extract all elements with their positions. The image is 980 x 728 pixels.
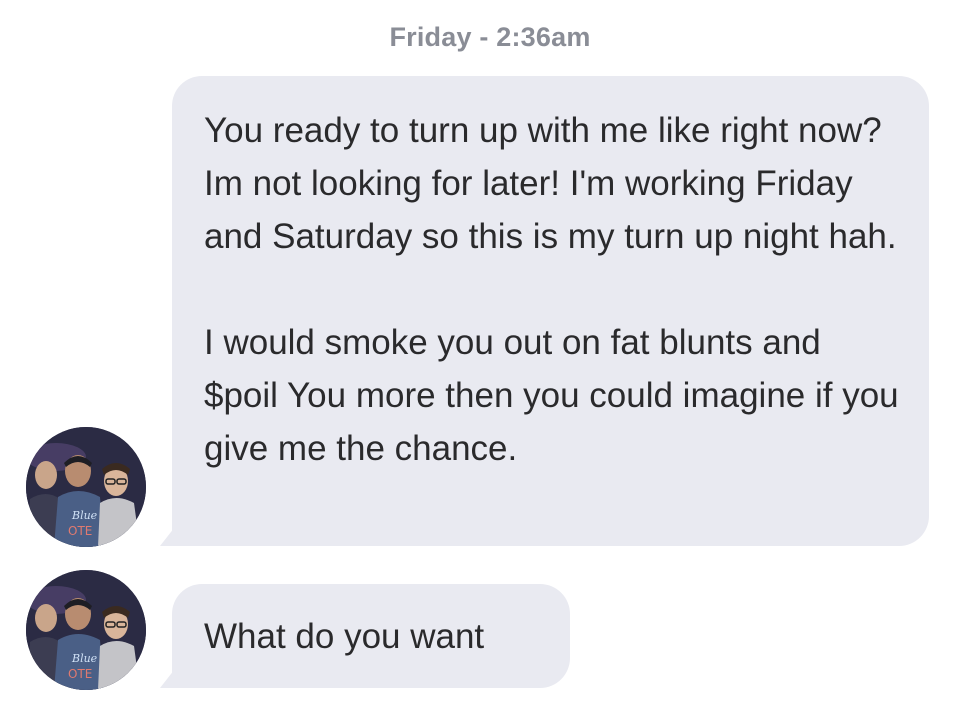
avatar[interactable]: Blue OTE <box>26 427 146 547</box>
bubble-tail <box>160 518 182 546</box>
message-bubble[interactable]: You ready to turn up with me like right … <box>172 76 929 546</box>
group-photo-icon: Blue OTE <box>26 427 146 547</box>
message-text: What do you want <box>204 616 485 656</box>
svg-text:OTE: OTE <box>68 667 92 681</box>
svg-text:Blue: Blue <box>71 509 98 522</box>
message-bubble[interactable]: What do you want <box>172 584 570 688</box>
svg-text:OTE: OTE <box>68 524 92 538</box>
message-timestamp: Friday - 2:36am <box>389 22 591 52</box>
bubble-tail <box>160 660 182 688</box>
avatar[interactable]: Blue OTE <box>26 570 146 690</box>
message-text: You ready to turn up with me like right … <box>204 111 897 256</box>
svg-text:Blue: Blue <box>71 652 98 665</box>
message-text: I would smoke you out on fat blunts and … <box>204 323 899 468</box>
group-photo-icon: Blue OTE <box>26 570 146 690</box>
